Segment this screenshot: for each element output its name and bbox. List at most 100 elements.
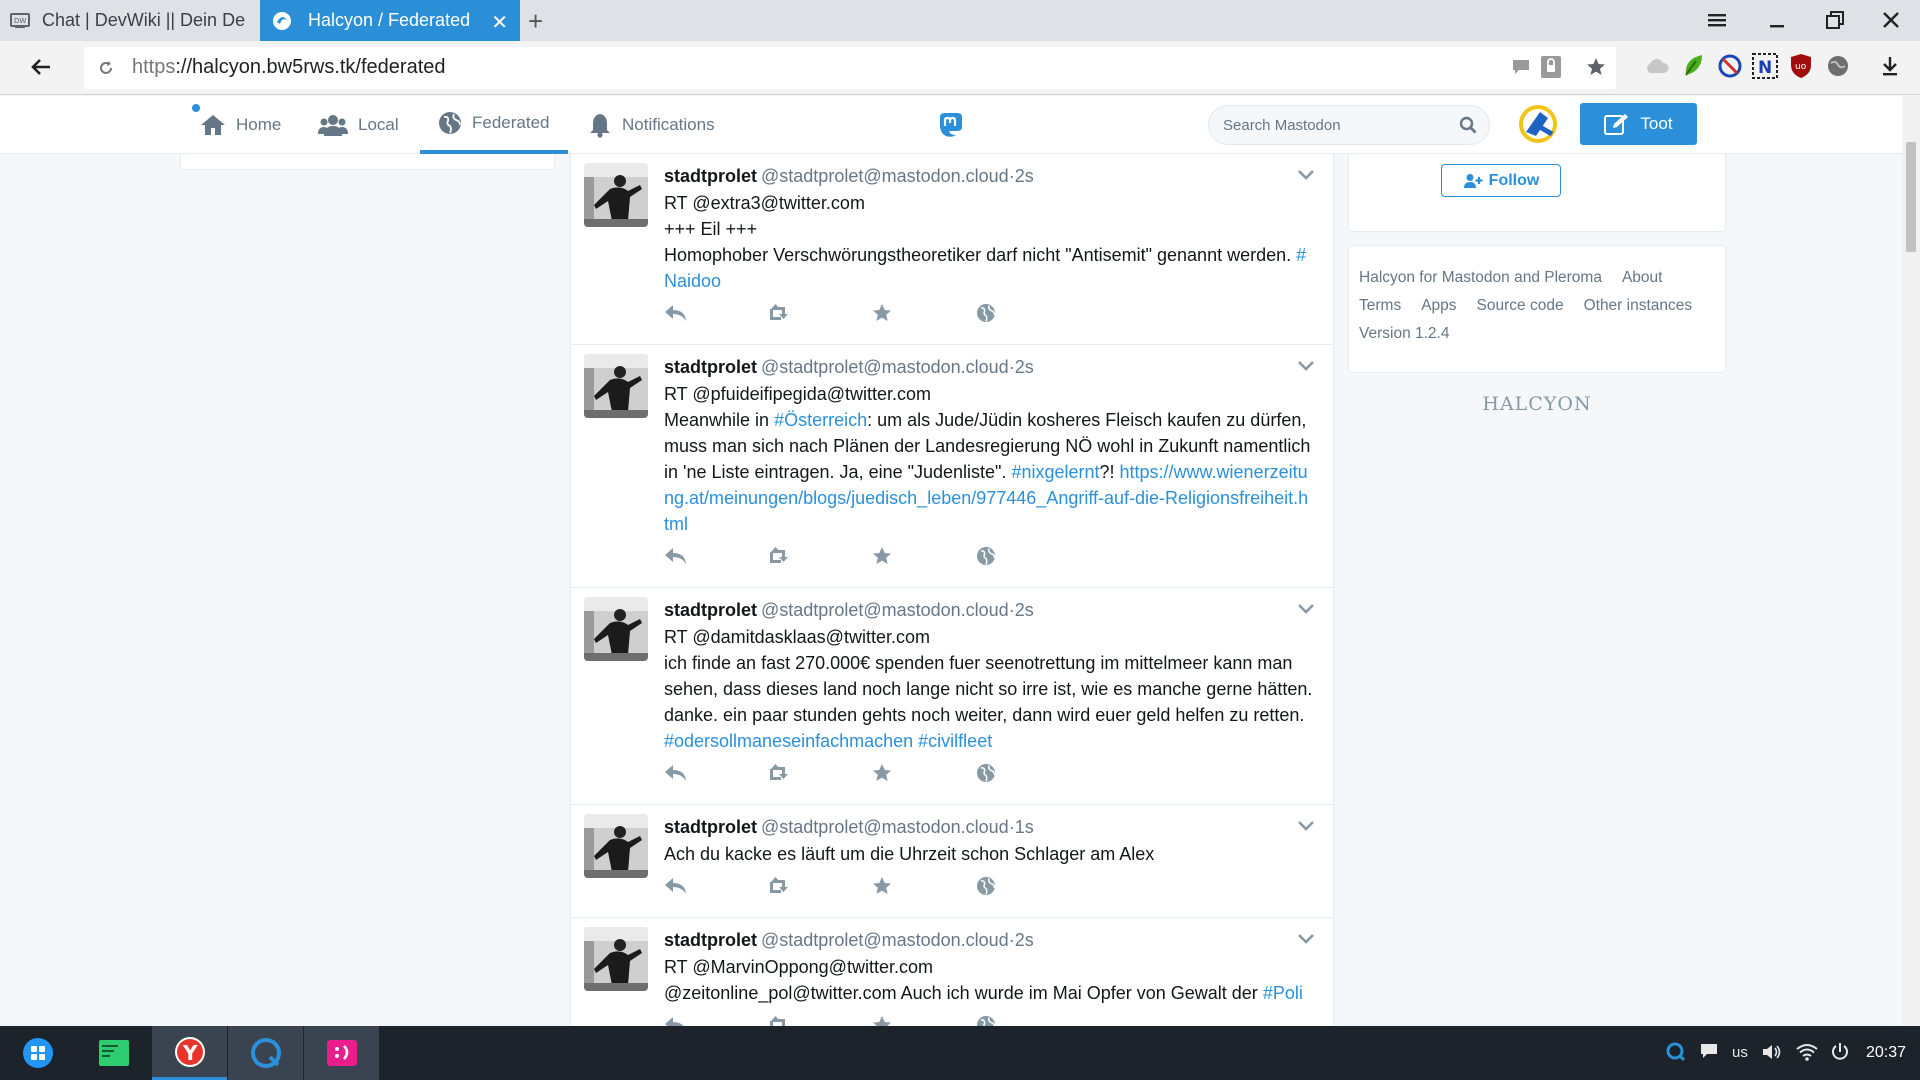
toot-item[interactable]: stadtprolet @stadtprolet@mastodon.cloud·1… <box>571 805 1333 918</box>
nav-federated[interactable]: Federated <box>420 96 568 154</box>
account-handle[interactable]: @stadtprolet@mastodon.cloud <box>761 166 1009 186</box>
new-tab-button[interactable]: + <box>528 6 543 37</box>
toot-link[interactable]: ng.at/meinungen/blogs/juedisch_leben/977… <box>664 488 1308 508</box>
toot-item[interactable]: stadtprolet @stadtprolet@mastodon.cloud·2… <box>571 345 1333 588</box>
toot-button[interactable]: Toot <box>1580 103 1697 145</box>
footer-link[interactable]: About <box>1622 264 1663 292</box>
boost-icon[interactable] <box>768 876 792 894</box>
power-icon[interactable] <box>1830 1042 1850 1062</box>
ublock-icon[interactable]: uo <box>1790 53 1812 79</box>
account-handle[interactable]: @stadtprolet@mastodon.cloud <box>761 817 1009 837</box>
toot-link[interactable]: #civilfleet <box>918 731 992 751</box>
account-handle[interactable]: @stadtprolet@mastodon.cloud <box>761 357 1009 377</box>
reply-icon[interactable] <box>664 876 688 895</box>
cloud-extension-icon[interactable] <box>1644 57 1670 75</box>
taskbar-app-network[interactable] <box>228 1026 303 1080</box>
minimize-icon[interactable] <box>1766 9 1788 31</box>
favourite-star-icon[interactable] <box>872 876 892 895</box>
chevron-down-icon[interactable] <box>1297 168 1315 181</box>
toot-link[interactable]: #odersollmaneseinfachmachen <box>664 731 913 751</box>
toot-link[interactable]: # <box>1296 245 1306 265</box>
favourite-star-icon[interactable] <box>872 1015 892 1026</box>
reply-icon[interactable] <box>664 1015 688 1026</box>
toot-link[interactable]: https://www.wienerzeitu <box>1120 462 1308 482</box>
restore-icon[interactable] <box>1824 9 1846 31</box>
reload-icon[interactable] <box>98 60 114 76</box>
nav-notifications[interactable]: Notifications <box>588 96 715 154</box>
footer-link[interactable]: Apps <box>1421 292 1456 320</box>
reply-icon[interactable] <box>664 546 688 565</box>
taskbar-app-chat[interactable] <box>304 1026 379 1080</box>
footer-link[interactable]: Other instances <box>1584 292 1693 320</box>
toot-time[interactable]: ·2s <box>1009 357 1034 377</box>
start-menu-button[interactable] <box>0 1026 75 1080</box>
visibility-globe-icon[interactable] <box>976 763 996 783</box>
favourite-star-icon[interactable] <box>872 546 892 565</box>
toot-link[interactable]: #Österreich <box>774 410 867 430</box>
footer-link[interactable]: Terms <box>1359 292 1401 320</box>
chevron-down-icon[interactable] <box>1297 602 1315 615</box>
browser-tab-chat[interactable]: DW Chat | DevWiki || Dein De <box>0 0 260 41</box>
display-name[interactable]: stadtprolet <box>664 930 757 950</box>
visibility-globe-icon[interactable] <box>976 303 996 323</box>
chevron-down-icon[interactable] <box>1297 359 1315 372</box>
visibility-globe-icon[interactable] <box>976 546 996 566</box>
avatar[interactable] <box>584 354 648 418</box>
browser-menu-icon[interactable] <box>1706 9 1728 31</box>
toot-link[interactable]: #Poli <box>1263 983 1303 1003</box>
toot-link[interactable]: Naidoo <box>664 271 721 291</box>
reader-mode-icon[interactable] <box>1512 59 1530 75</box>
favourite-star-icon[interactable] <box>872 763 892 782</box>
scrollbar-thumb[interactable] <box>1906 142 1916 252</box>
chat-tray-icon[interactable] <box>1700 1043 1718 1059</box>
toot-time[interactable]: ·2s <box>1009 166 1034 186</box>
favourite-star-icon[interactable] <box>872 303 892 322</box>
nav-home[interactable]: Home <box>200 96 281 154</box>
avatar[interactable] <box>584 927 648 991</box>
block-extension-icon[interactable] <box>1718 54 1742 78</box>
url-field[interactable]: https://halcyon.bw5rws.tk/federated <box>84 47 1616 89</box>
bookmark-star-icon[interactable] <box>1586 57 1606 77</box>
volume-icon[interactable] <box>1762 1043 1782 1061</box>
reply-icon[interactable] <box>664 763 688 782</box>
taskbar-app-terminal[interactable] <box>76 1026 151 1080</box>
visibility-globe-icon[interactable] <box>976 876 996 896</box>
leaf-extension-icon[interactable] <box>1682 53 1704 77</box>
reply-icon[interactable] <box>664 303 688 322</box>
footer-link[interactable]: Halcyon for Mastodon and Pleroma <box>1359 264 1602 292</box>
lock-icon[interactable] <box>1540 55 1562 79</box>
network-tray-icon[interactable] <box>1666 1042 1686 1062</box>
close-tab-icon[interactable]: ✕ <box>491 10 508 35</box>
search-icon[interactable] <box>1459 116 1477 134</box>
page-scrollbar[interactable] <box>1902 96 1920 1026</box>
display-name[interactable]: stadtprolet <box>664 600 757 620</box>
boost-icon[interactable] <box>768 1015 792 1026</box>
toot-time[interactable]: ·2s <box>1009 930 1034 950</box>
n-extension-icon[interactable]: N <box>1752 53 1778 79</box>
boost-icon[interactable] <box>768 303 792 321</box>
close-window-icon[interactable] <box>1880 9 1902 31</box>
footer-link[interactable]: Source code <box>1477 292 1564 320</box>
taskbar-app-yandex-browser[interactable]: Y <box>152 1026 227 1080</box>
globe-extension-icon[interactable] <box>1826 54 1850 78</box>
toot-time[interactable]: ·1s <box>1009 817 1034 837</box>
toot-link[interactable]: #nixgelernt <box>1011 462 1099 482</box>
avatar[interactable] <box>584 814 648 878</box>
download-icon[interactable] <box>1880 55 1900 77</box>
follow-button[interactable]: Follow <box>1441 164 1561 197</box>
wifi-icon[interactable] <box>1796 1043 1818 1061</box>
boost-icon[interactable] <box>768 546 792 564</box>
visibility-globe-icon[interactable] <box>976 1015 996 1026</box>
keyboard-layout[interactable]: us <box>1732 1044 1748 1061</box>
display-name[interactable]: stadtprolet <box>664 357 757 377</box>
back-arrow-icon[interactable] <box>30 57 52 77</box>
boost-icon[interactable] <box>768 763 792 781</box>
search-input[interactable] <box>1223 106 1453 144</box>
display-name[interactable]: stadtprolet <box>664 166 757 186</box>
account-handle[interactable]: @stadtprolet@mastodon.cloud <box>761 600 1009 620</box>
avatar[interactable] <box>584 597 648 661</box>
toot-item[interactable]: stadtprolet @stadtprolet@mastodon.cloud·2… <box>571 154 1333 345</box>
toot-time[interactable]: ·2s <box>1009 600 1034 620</box>
avatar[interactable] <box>584 163 648 227</box>
avatar[interactable] <box>1518 104 1558 144</box>
